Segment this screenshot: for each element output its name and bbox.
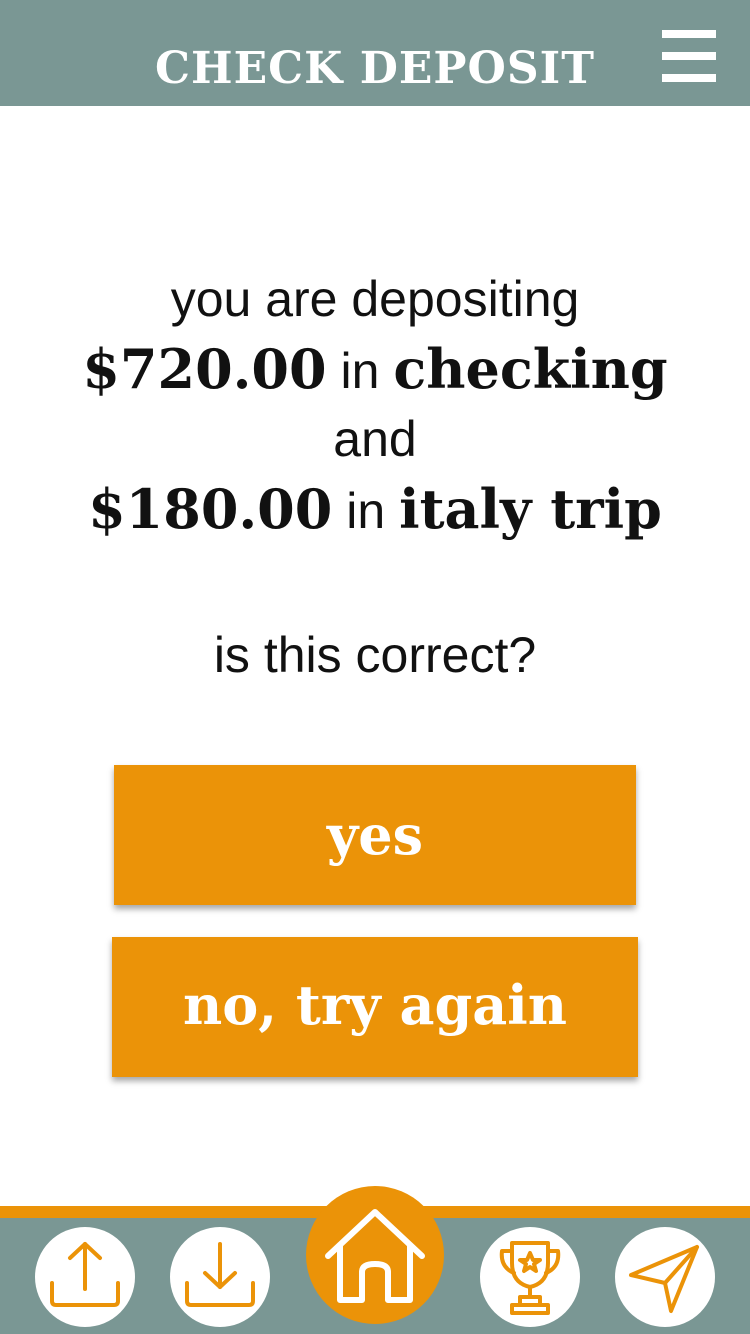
summary-line-2: $720.00 in checking: [0, 334, 750, 406]
summary-connector: in: [340, 343, 380, 399]
tab-trophy[interactable]: [480, 1227, 580, 1327]
try-again-button[interactable]: no, try again: [112, 937, 638, 1077]
yes-button[interactable]: yes: [114, 765, 636, 905]
tab-send[interactable]: [615, 1227, 715, 1327]
trip-account-name: italy trip: [399, 477, 662, 541]
checking-amount: $720.00: [82, 337, 327, 401]
send-icon: [629, 1245, 699, 1313]
home-icon: [325, 1209, 425, 1303]
page-title: CHECK DEPOSIT: [155, 43, 595, 94]
summary-line-3: and: [333, 411, 417, 467]
summary-line-4: $180.00 in italy trip: [0, 474, 750, 546]
summary-line-1: you are depositing: [170, 271, 580, 327]
confirm-question: is this correct?: [213, 627, 537, 683]
upload-icon: [50, 1242, 120, 1307]
header-bar: CHECK DEPOSIT: [0, 0, 750, 106]
tab-home[interactable]: [306, 1186, 444, 1324]
tab-download[interactable]: [170, 1227, 270, 1327]
summary-connector: in: [346, 483, 386, 539]
trophy-icon: [499, 1241, 561, 1315]
tab-upload[interactable]: [35, 1227, 135, 1327]
download-icon: [185, 1242, 255, 1307]
trip-amount: $180.00: [88, 477, 333, 541]
checking-account-name: checking: [393, 337, 668, 401]
hamburger-menu-icon[interactable]: [662, 30, 716, 82]
